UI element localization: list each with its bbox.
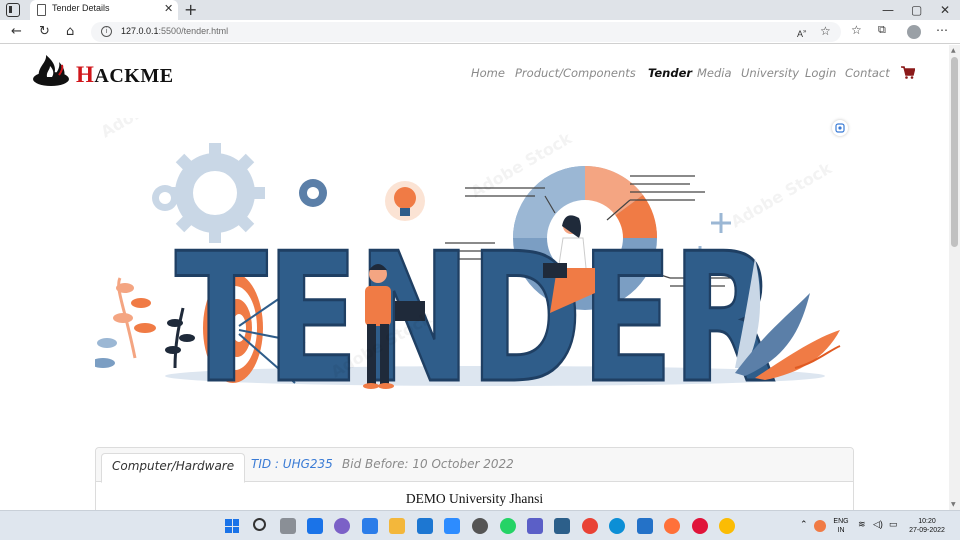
logo-text: HACKME xyxy=(76,62,174,88)
info-icon[interactable]: i xyxy=(101,26,112,37)
url-path: :5500/tender.html xyxy=(158,26,229,36)
media-player-icon[interactable] xyxy=(472,518,488,534)
scrollbar-thumb[interactable] xyxy=(951,57,958,247)
watermark-3: Adobe Stock xyxy=(728,158,836,231)
tab-computer-hardware[interactable]: Computer/Hardware xyxy=(101,453,246,483)
logo-letter: H xyxy=(76,62,95,87)
taskbar: ⌃ ENG IN ≋ ◁) ▭ 10:20 27-09-2022 xyxy=(0,510,960,540)
profile-icon[interactable] xyxy=(907,25,921,39)
tab-bid-before[interactable]: Bid Before: 10 October 2022 xyxy=(342,457,514,471)
whatsapp-icon[interactable] xyxy=(500,518,516,534)
nav-tender[interactable]: Tender xyxy=(648,66,692,80)
teams-icon[interactable] xyxy=(527,518,543,534)
tender-card: Computer/Hardware TID : UHG235 Bid Befor… xyxy=(95,447,854,510)
hero-tender-text: TENDER xyxy=(175,215,775,393)
search-icon[interactable] xyxy=(253,518,266,531)
url-text: 127.0.0.1:5500/tender.html xyxy=(121,26,228,36)
browser-tab[interactable]: Tender Details ✕ xyxy=(30,0,178,20)
store-icon[interactable] xyxy=(362,518,378,534)
time: 10:20 xyxy=(918,518,936,525)
battery-icon[interactable]: ▭ xyxy=(889,520,898,529)
web-page: HACKME Home Product/Components Tender Me… xyxy=(0,45,948,510)
collections-icon[interactable]: ⧉ xyxy=(878,23,886,37)
tender-tabs: Computer/Hardware TID : UHG235 Bid Befor… xyxy=(96,448,853,483)
nav-product-components[interactable]: Product/Components xyxy=(515,66,636,80)
read-aloud-icon[interactable]: A» xyxy=(797,25,806,41)
start-icon[interactable] xyxy=(225,519,239,533)
tray-overflow-icon[interactable]: ⌃ xyxy=(800,520,808,529)
back-icon[interactable]: ← xyxy=(11,23,22,41)
clock[interactable]: 10:20 27-09-2022 xyxy=(904,517,950,535)
tab-title: Tender Details xyxy=(52,3,110,13)
url-host: 127.0.0.1 xyxy=(121,26,159,36)
tab-strip: Tender Details ✕ + — ▢ ✕ xyxy=(0,0,960,20)
nav-contact[interactable]: Contact xyxy=(845,66,890,80)
nav-media[interactable]: Media xyxy=(697,66,732,80)
opera-icon[interactable] xyxy=(692,518,708,534)
address-bar-row: ← ↻ ⌂ i 127.0.0.1:5500/tender.html A» ☆ … xyxy=(0,20,960,44)
chat-icon[interactable] xyxy=(334,518,350,534)
zoom-icon[interactable] xyxy=(444,518,460,534)
widgets-icon[interactable] xyxy=(307,518,323,534)
home-icon[interactable]: ⌂ xyxy=(66,23,74,41)
university-name: DEMO University Jhansi xyxy=(405,491,544,506)
small-gear-icon xyxy=(299,179,327,207)
date: 27-09-2022 xyxy=(909,527,945,534)
lang: ENG xyxy=(833,518,849,525)
new-tab-button[interactable]: + xyxy=(184,0,197,20)
scroll-up-icon[interactable]: ▲ xyxy=(951,47,956,54)
language-indicator[interactable]: ENG IN xyxy=(832,517,850,535)
maximize-button[interactable]: ▢ xyxy=(911,1,922,19)
firefox-icon[interactable] xyxy=(664,518,680,534)
tab-close-icon[interactable]: ✕ xyxy=(164,2,173,16)
tender-hero-illustration: TENDER Adobe Stock Adobe Stock Adobe Sto… xyxy=(95,118,841,393)
edge-icon[interactable] xyxy=(609,518,625,534)
favorites-icon[interactable]: ☆ xyxy=(851,23,862,37)
scroll-down-icon[interactable]: ▼ xyxy=(951,501,956,508)
page-icon xyxy=(37,4,46,16)
cart-icon[interactable] xyxy=(901,66,915,79)
chrome-icon[interactable] xyxy=(582,518,598,534)
file-explorer-icon[interactable] xyxy=(389,518,405,534)
wifi-icon[interactable]: ≋ xyxy=(858,520,866,529)
nav-login[interactable]: Login xyxy=(805,66,836,80)
address-bar[interactable]: i 127.0.0.1:5500/tender.html A» ☆ xyxy=(91,22,841,42)
nav-home[interactable]: Home xyxy=(471,66,505,80)
tab-actions-icon[interactable] xyxy=(6,3,20,17)
page-scrollbar[interactable]: ▲ ▼ xyxy=(949,45,960,510)
nav-university[interactable]: University xyxy=(741,66,799,80)
logo-word: ACKME xyxy=(94,65,174,87)
watermark-1: Adobe Stock xyxy=(98,118,206,141)
minimize-button[interactable]: — xyxy=(882,1,894,19)
tray-app-icon[interactable] xyxy=(814,520,826,532)
more-icon[interactable]: ⋯ xyxy=(936,23,948,37)
volume-icon[interactable]: ◁) xyxy=(873,520,883,529)
mail-icon[interactable] xyxy=(417,518,433,534)
task-view-icon[interactable] xyxy=(280,518,296,534)
favorite-icon[interactable]: ☆ xyxy=(820,24,831,38)
chrome-alt-icon[interactable] xyxy=(719,518,735,534)
visual-search-icon[interactable] xyxy=(832,120,848,136)
region: IN xyxy=(837,527,845,534)
app-icon[interactable] xyxy=(554,518,570,534)
tab-tid[interactable]: TID : UHG235 xyxy=(251,457,333,471)
refresh-icon[interactable]: ↻ xyxy=(39,23,50,41)
close-window-button[interactable]: ✕ xyxy=(940,1,950,19)
vscode-icon[interactable] xyxy=(637,518,653,534)
